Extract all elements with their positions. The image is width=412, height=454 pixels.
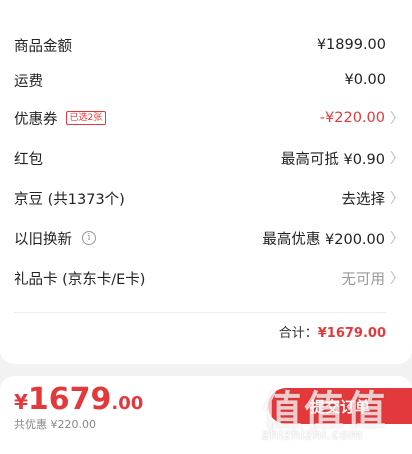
chevron-right-icon: 〉 <box>390 111 404 127</box>
row-coupon[interactable]: 优惠券 已选2张 -¥220.00 〉 <box>0 98 412 138</box>
total-label: 合计： <box>278 326 318 341</box>
total-saved: 共优惠 ¥220.00 <box>14 418 96 431</box>
order-summary-card: 商品金额 ¥1899.00 运费 ¥0.00 优惠券 已选2张 -¥220.00… <box>0 0 412 364</box>
info-icon[interactable]: i <box>82 231 96 245</box>
row-shipping: 运费 ¥0.00 <box>0 60 412 100</box>
chevron-right-icon: 〉 <box>390 271 404 287</box>
total-row: 合计：¥1679.00 <box>279 322 386 341</box>
total-value: ¥1679.00 <box>317 326 386 341</box>
gift-card-label: 礼品卡 (京东卡/E卡) <box>14 271 146 288</box>
trade-in-label-text: 以旧换新 <box>14 231 72 248</box>
trade-in-value: 最高优惠 ¥200.00 <box>262 231 385 248</box>
coupon-label: 优惠券 已选2张 <box>14 108 107 129</box>
coupon-value: -¥220.00 <box>319 110 385 126</box>
red-packet-value: 最高可抵 ¥0.90 <box>280 151 385 168</box>
goods-amount-label: 商品金额 <box>14 38 72 55</box>
row-jingdou[interactable]: 京豆 (共1373个) 去选择 〉 <box>0 178 412 218</box>
goods-amount-value: ¥1899.00 <box>316 37 386 53</box>
shipping-value: ¥0.00 <box>344 72 386 88</box>
currency-symbol: ¥ <box>14 390 28 414</box>
final-price: ¥1679.00 <box>14 382 143 417</box>
trade-in-label: 以旧换新 i <box>14 228 96 249</box>
row-gift-card[interactable]: 礼品卡 (京东卡/E卡) 无可用 〉 <box>0 258 412 298</box>
red-packet-label: 红包 <box>14 151 43 168</box>
price-decimal: .00 <box>111 393 144 414</box>
jingdou-label: 京豆 (共1373个) <box>14 191 125 208</box>
coupon-label-text: 优惠券 <box>14 111 58 128</box>
price-integer: 1679 <box>27 382 112 417</box>
chevron-right-icon: 〉 <box>390 191 404 207</box>
gift-card-value: 无可用 <box>341 271 386 288</box>
shipping-label: 运费 <box>14 73 43 90</box>
row-red-packet[interactable]: 红包 最高可抵 ¥0.90 〉 <box>0 138 412 178</box>
jingdou-value: 去选择 <box>341 191 386 208</box>
coupon-selected-tag: 已选2张 <box>65 111 107 125</box>
row-goods-amount: 商品金额 ¥1899.00 <box>0 25 412 65</box>
chevron-right-icon: 〉 <box>390 151 404 167</box>
divider <box>14 312 386 313</box>
chevron-right-icon: 〉 <box>390 231 404 247</box>
row-trade-in[interactable]: 以旧换新 i 最高优惠 ¥200.00 〉 <box>0 218 412 258</box>
watermark-url: zhizhizhi.com <box>262 428 363 443</box>
